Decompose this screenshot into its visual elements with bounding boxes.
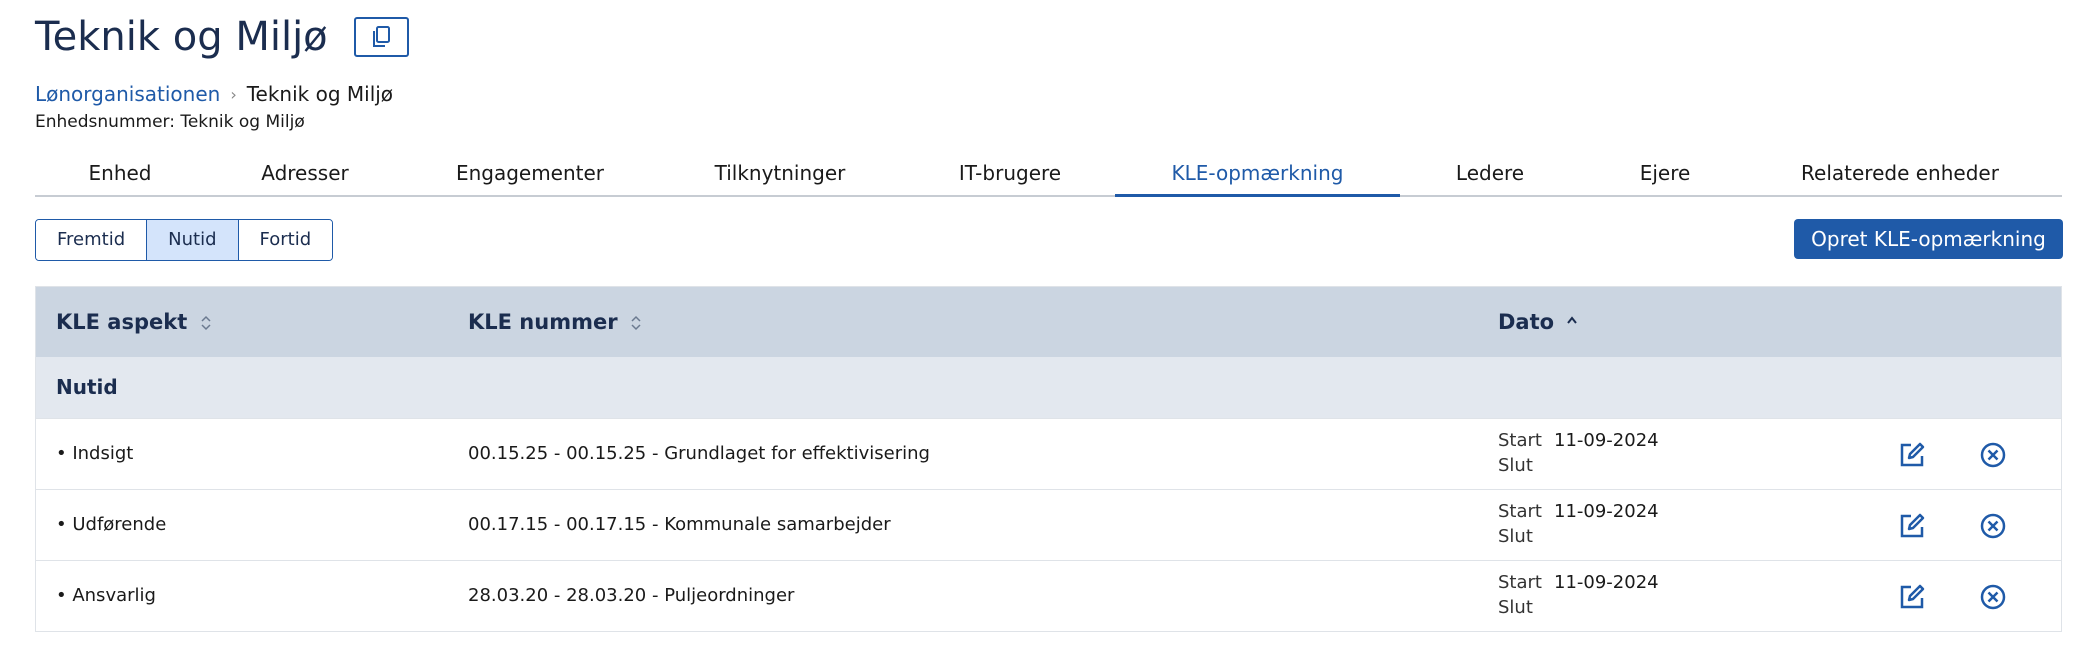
tab-enhed[interactable]: Enhed [35, 155, 205, 195]
sort-icon [201, 315, 211, 331]
cell-aspect: • Udførende [56, 514, 167, 535]
column-header-label: KLE aspekt [56, 310, 188, 334]
tab-adresser[interactable]: Adresser [205, 155, 405, 195]
filter-fortid[interactable]: Fortid [237, 220, 333, 260]
edit-icon [1900, 584, 1925, 609]
cell-date: Start 11-09-2024 Slut [1498, 428, 1659, 478]
tab-tilknytninger[interactable]: Tilknytninger [655, 155, 905, 195]
table-row: • Udførende 00.17.15 - 00.17.15 - Kommun… [36, 490, 2061, 561]
cell-aspect: • Ansvarlig [56, 585, 156, 606]
cell-kle-number: 28.03.20 - 28.03.20 - Puljeordninger [468, 585, 795, 606]
cell-date: Start 11-09-2024 Slut [1498, 499, 1659, 549]
edit-icon [1900, 442, 1925, 467]
tab-ejere[interactable]: Ejere [1580, 155, 1750, 195]
start-label: Start [1498, 572, 1542, 593]
tab-kle-opmaerkning[interactable]: KLE-opmærkning [1115, 155, 1400, 197]
filter-nutid[interactable]: Nutid [146, 220, 238, 260]
tab-engagementer[interactable]: Engagementer [405, 155, 655, 195]
edit-button[interactable] [1895, 438, 1929, 472]
close-circle-icon [1980, 584, 2006, 610]
close-circle-icon [1980, 513, 2006, 539]
column-header-date[interactable]: Dato [1498, 287, 1578, 357]
tab-bar: Enhed Adresser Engagementer Tilknytninge… [35, 155, 2062, 197]
cell-kle-number: 00.15.25 - 00.15.25 - Grundlaget for eff… [468, 443, 930, 464]
breadcrumb-current: Teknik og Miljø [246, 82, 394, 106]
copy-button[interactable] [353, 17, 409, 57]
kle-table: KLE aspekt KLE nummer Dato Nutid • Indsi… [35, 286, 2062, 632]
group-label: Nutid [56, 375, 118, 399]
start-label: Start [1498, 430, 1542, 451]
copy-icon [373, 26, 391, 47]
sort-ascending-icon [1567, 316, 1578, 324]
sort-icon [631, 315, 641, 331]
filter-fremtid[interactable]: Fremtid [36, 220, 147, 260]
edit-button[interactable] [1895, 580, 1929, 614]
tab-it-brugere[interactable]: IT-brugere [905, 155, 1115, 195]
cell-date: Start 11-09-2024 Slut [1498, 570, 1659, 620]
page-title: Teknik og Miljø [35, 14, 328, 60]
end-label: Slut [1498, 526, 1533, 547]
delete-button[interactable] [1976, 509, 2010, 543]
column-header-label: Dato [1498, 310, 1555, 334]
end-label: Slut [1498, 597, 1533, 618]
start-date: 11-09-2024 [1554, 572, 1659, 593]
column-header-aspect[interactable]: KLE aspekt [56, 287, 211, 357]
cell-kle-number: 00.17.15 - 00.17.15 - Kommunale samarbej… [468, 514, 891, 535]
tab-ledere[interactable]: Ledere [1400, 155, 1580, 195]
breadcrumb: Lønorganisationen › Teknik og Miljø [35, 82, 393, 106]
close-circle-icon [1980, 442, 2006, 468]
start-date: 11-09-2024 [1554, 501, 1659, 522]
time-filter: Fremtid Nutid Fortid [35, 219, 334, 261]
edit-icon [1900, 513, 1925, 538]
tab-relaterede-enheder[interactable]: Relaterede enheder [1750, 155, 2050, 195]
table-row: • Ansvarlig 28.03.20 - 28.03.20 - Puljeo… [36, 561, 2061, 631]
start-date: 11-09-2024 [1554, 430, 1659, 451]
breadcrumb-link-parent[interactable]: Lønorganisationen [35, 82, 220, 106]
unit-number: Enhedsnummer: Teknik og Miljø [35, 112, 305, 132]
group-row: Nutid [36, 357, 2061, 419]
edit-button[interactable] [1895, 509, 1929, 543]
page-header: Teknik og Miljø [35, 12, 409, 62]
delete-button[interactable] [1976, 438, 2010, 472]
cell-aspect: • Indsigt [56, 443, 134, 464]
table-header: KLE aspekt KLE nummer Dato [36, 287, 2061, 357]
create-kle-button[interactable]: Opret KLE-opmærkning [1794, 219, 2063, 259]
start-label: Start [1498, 501, 1542, 522]
column-header-label: KLE nummer [468, 310, 618, 334]
column-header-number[interactable]: KLE nummer [468, 287, 641, 357]
chevron-right-icon: › [230, 84, 237, 104]
end-label: Slut [1498, 455, 1533, 476]
table-row: • Indsigt 00.15.25 - 00.15.25 - Grundlag… [36, 419, 2061, 490]
delete-button[interactable] [1976, 580, 2010, 614]
